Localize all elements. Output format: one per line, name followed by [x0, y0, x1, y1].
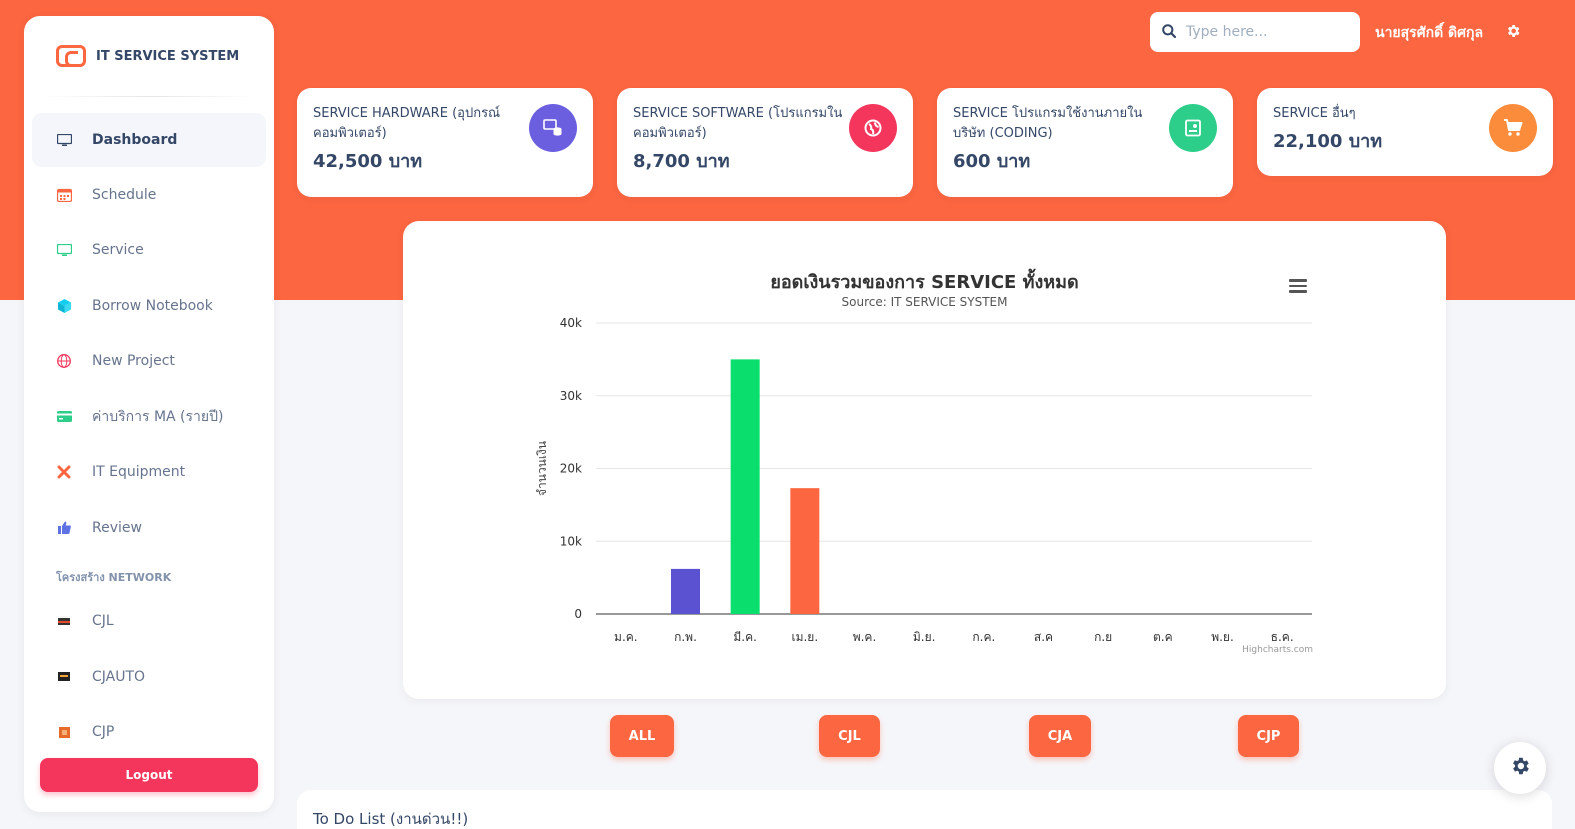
sidebar-item-label: New Project — [92, 353, 175, 370]
network-item-label: CJAUTO — [92, 668, 146, 685]
sidebar-item-service[interactable]: Service — [32, 223, 266, 279]
cart-icon — [1489, 104, 1537, 152]
chart-credits[interactable]: Highcharts.com — [1242, 645, 1313, 655]
bar — [730, 359, 760, 614]
search-box[interactable] — [1150, 12, 1360, 52]
x-tick-label: พ.ค. — [853, 630, 877, 644]
search-icon — [1162, 23, 1177, 42]
globe-icon — [849, 104, 897, 152]
cjauto-logo-icon — [56, 669, 72, 685]
y-tick-label: 20k — [560, 462, 582, 476]
sidebar-item-borrow-notebook[interactable]: Borrow Notebook — [32, 278, 266, 334]
stat-card-coding: SERVICE โปรแกรมใช้งานภายในบริษัท (CODING… — [937, 88, 1233, 197]
brand[interactable]: IT SERVICE SYSTEM — [24, 16, 274, 96]
sidebar-item-dashboard[interactable]: Dashboard — [32, 113, 266, 167]
cjp-logo-icon — [56, 724, 72, 740]
x-tick-label: ส.ค — [1034, 630, 1053, 644]
x-tick-label: ต.ค — [1153, 630, 1173, 644]
card-title: SERVICE SOFTWARE (โปรแกรมในคอมพิวเตอร์) — [633, 106, 843, 141]
card-title: SERVICE โปรแกรมใช้งานภายในบริษัท (CODING… — [953, 106, 1143, 141]
sidebar: IT SERVICE SYSTEM Dashboard Schedule Ser… — [24, 16, 274, 812]
y-tick-label: 0 — [574, 607, 582, 621]
y-tick-label: 30k — [560, 389, 582, 403]
brand-name: IT SERVICE SYSTEM — [96, 48, 240, 64]
network-item-cjp[interactable]: CJP — [32, 705, 266, 761]
x-tick-label: มิ.ย. — [913, 630, 936, 644]
y-axis-title: จำนวนเงิน — [535, 441, 549, 496]
globe-icon — [56, 353, 72, 369]
x-tick-label: พ.ย. — [1211, 630, 1234, 644]
card-title: SERVICE HARDWARE (อุปกรณ์คอมพิวเตอร์) — [313, 106, 501, 141]
network-item-label: CJL — [92, 613, 114, 630]
user-name[interactable]: นายสุรศักดิ์ ดิศกุล — [1375, 22, 1483, 44]
stat-card-software: SERVICE SOFTWARE (โปรแกรมในคอมพิวเตอร์) … — [617, 88, 913, 197]
network-item-cjl[interactable]: CJL — [32, 594, 266, 650]
section-title-network: โครงสร้าง NETWORK — [56, 570, 172, 584]
chart-card: ยอดเงินรวมของการ SERVICE ทั้งหมด Source:… — [403, 221, 1446, 699]
sidebar-item-label: ค่าบริการ MA (รายปี) — [92, 408, 224, 425]
sidebar-item-new-project[interactable]: New Project — [32, 334, 266, 390]
x-tick-label: ม.ค. — [614, 630, 638, 644]
filter-cjp-button[interactable]: CJP — [1238, 715, 1299, 757]
todo-title: To Do List (งานด่วน!!) — [313, 810, 469, 828]
sidebar-nav: Dashboard Schedule Service Borrow Notebo… — [24, 113, 274, 556]
sidebar-item-label: Dashboard — [92, 132, 178, 148]
x-tick-label: ก.พ. — [674, 630, 697, 644]
sidebar-item-label: Review — [92, 519, 142, 536]
x-tick-label: มี.ค. — [733, 630, 757, 644]
tools-icon — [56, 464, 72, 480]
card-value: 8,700 บาท — [633, 151, 730, 172]
brand-logo-icon — [56, 45, 86, 67]
search-input[interactable] — [1186, 24, 1346, 40]
sidebar-item-label: Schedule — [92, 186, 157, 203]
bar-chart: 0 10k 20k 30k 40k จำนวนเงินม.ค. ก.พ. มี.ค. เม.ย.… — [535, 316, 1312, 644]
bar — [671, 568, 700, 614]
divider — [42, 96, 256, 97]
sidebar-item-label: Service — [92, 242, 144, 259]
bar — [790, 488, 820, 614]
filter-all-button[interactable]: ALL — [610, 715, 674, 757]
card-title: SERVICE อื่นๆ — [1273, 106, 1356, 121]
monitor-icon — [56, 132, 72, 148]
cjl-logo-icon — [56, 613, 72, 629]
filter-cjl-button[interactable]: CJL — [819, 715, 880, 757]
calendar-icon — [56, 187, 72, 203]
x-tick-label: ธ.ค. — [1271, 630, 1294, 644]
sidebar-item-label: Borrow Notebook — [92, 297, 213, 314]
network-item-cjauto[interactable]: CJAUTO — [32, 649, 266, 705]
sidebar-item-label: IT Equipment — [92, 464, 186, 481]
cube-icon — [56, 298, 72, 314]
desktop-icon — [56, 242, 72, 258]
y-tick-label: 10k — [560, 534, 582, 548]
thumbs-up-icon — [56, 520, 72, 536]
card-value: 600 บาท — [953, 151, 1031, 172]
stat-card-hardware: SERVICE HARDWARE (อุปกรณ์คอมพิวเตอร์) 42… — [297, 88, 593, 197]
todo-card: To Do List (งานด่วน!!) — [297, 790, 1552, 829]
stat-card-other: SERVICE อื่นๆ 22,100 บาท — [1257, 88, 1553, 176]
sidebar-item-ma-fee[interactable]: ค่าบริการ MA (รายปี) — [32, 389, 266, 445]
sidebar-item-schedule[interactable]: Schedule — [32, 167, 266, 223]
sidebar-item-it-equipment[interactable]: IT Equipment — [32, 445, 266, 501]
x-tick-label: ก.ค. — [972, 630, 995, 644]
card-value: 42,500 บาท — [313, 151, 423, 172]
gear-icon[interactable] — [1505, 23, 1521, 43]
filter-cja-button[interactable]: CJA — [1029, 715, 1091, 757]
logout-button[interactable]: Logout — [40, 758, 258, 792]
database-screen-icon — [529, 104, 577, 152]
sidebar-item-review[interactable]: Review — [32, 500, 266, 556]
y-tick-label: 40k — [560, 316, 582, 330]
code-file-icon — [1169, 104, 1217, 152]
credit-card-icon — [56, 409, 72, 425]
x-tick-label: ก.ย — [1094, 630, 1112, 644]
settings-fab[interactable] — [1494, 742, 1546, 794]
gear-icon — [1509, 755, 1531, 781]
network-item-label: CJP — [92, 724, 115, 741]
x-tick-label: เม.ย. — [791, 630, 818, 644]
